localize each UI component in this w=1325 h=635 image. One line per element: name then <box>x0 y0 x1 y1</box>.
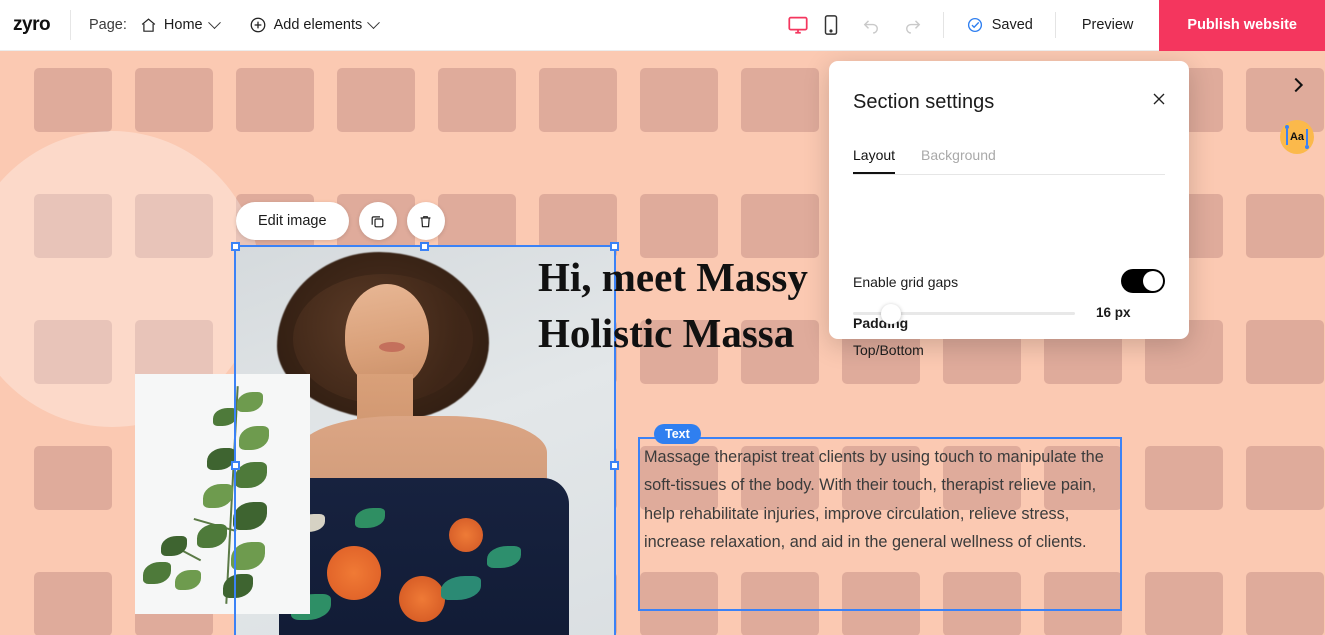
plant-leaf <box>213 408 237 426</box>
plant-leaf <box>237 392 263 412</box>
top-bottom-label: Top/Bottom <box>853 342 924 358</box>
tab-background[interactable]: Background <box>921 147 996 174</box>
preview-button[interactable]: Preview <box>1056 0 1160 51</box>
enable-grid-gaps-toggle[interactable] <box>1121 269 1165 293</box>
grid-placeholder-cell <box>34 68 112 132</box>
grid-placeholder-cell <box>640 68 718 132</box>
panel-tabs: Layout Background <box>853 147 1165 175</box>
redo-icon[interactable] <box>903 15 923 35</box>
trash-icon <box>417 213 434 230</box>
grid-placeholder-cell <box>1246 68 1324 132</box>
padding-slider-thumb[interactable] <box>881 304 901 324</box>
plant-leaf <box>231 542 265 570</box>
padding-value: 16 px <box>1096 305 1131 320</box>
panel-title: Section settings <box>853 91 995 113</box>
dress-flower <box>327 546 381 600</box>
device-preview-switcher <box>787 14 861 36</box>
grid-placeholder-cell <box>1246 572 1324 635</box>
grid-placeholder-cell <box>34 446 112 510</box>
toggle-knob <box>1143 271 1163 291</box>
page-selector[interactable]: Page: Home <box>89 0 221 51</box>
dress-flower <box>399 576 445 622</box>
undo-icon[interactable] <box>861 15 881 35</box>
grid-placeholder-cell <box>741 68 819 132</box>
delete-image-button[interactable] <box>406 202 445 240</box>
enable-grid-gaps-label: Enable grid gaps <box>853 274 959 290</box>
page-value: Home <box>163 17 203 33</box>
element-type-badge: Text <box>654 424 701 444</box>
grid-placeholder-cell <box>539 68 617 132</box>
grid-placeholder-cell <box>1246 320 1324 384</box>
chevron-down-icon <box>367 15 381 29</box>
grid-placeholder-cell <box>1246 446 1324 510</box>
grid-placeholder-cell <box>135 68 213 132</box>
photo-lips <box>379 342 405 352</box>
text-style-tool-button[interactable]: Aa <box>1280 120 1314 154</box>
save-status[interactable]: Saved <box>944 16 1055 34</box>
grid-placeholder-cell <box>1145 446 1223 510</box>
grid-placeholder-cell <box>1246 194 1324 258</box>
plant-leaf <box>161 536 187 556</box>
close-icon <box>1153 93 1165 105</box>
top-toolbar: zyro Page: Home Add elements Saved Previ… <box>0 0 1325 51</box>
chevron-right-icon <box>1294 77 1304 93</box>
tab-layout[interactable]: Layout <box>853 147 896 174</box>
handle-dot <box>1285 125 1289 129</box>
duplicate-icon <box>369 213 386 230</box>
plant-leaf <box>207 448 235 470</box>
add-elements-label: Add elements <box>273 17 363 33</box>
text-style-icon: Aa <box>1285 125 1309 149</box>
history-controls <box>861 15 943 35</box>
add-elements-button[interactable]: Add elements <box>249 0 381 51</box>
grid-placeholder-cell <box>438 68 516 132</box>
toolbar-divider <box>70 10 71 40</box>
edit-image-button[interactable]: Edit image <box>236 202 349 240</box>
plant-leaf <box>223 574 253 598</box>
toolbar-right-group: Saved Preview Publish website <box>787 0 1325 51</box>
hero-paragraph: Massage therapist treat clients by using… <box>644 448 1104 551</box>
plant-leaf <box>197 524 227 548</box>
plus-circle-icon <box>249 16 267 34</box>
desktop-icon[interactable] <box>787 14 809 36</box>
plant-leaf <box>235 462 267 488</box>
grid-placeholder-cell <box>34 572 112 635</box>
home-icon <box>140 17 157 34</box>
plant-leaf <box>203 484 233 508</box>
image-context-toolbar: Edit image <box>236 202 445 240</box>
saved-label: Saved <box>991 17 1033 33</box>
duplicate-image-button[interactable] <box>358 202 397 240</box>
close-panel-button[interactable] <box>1149 89 1169 109</box>
plant-leaf <box>233 502 267 530</box>
section-settings-panel: Section settings Layout Background Enabl… <box>829 61 1189 358</box>
text-style-label: Aa <box>1289 131 1305 143</box>
text-element-block[interactable]: Text Massage therapist treat clients by … <box>638 424 1122 611</box>
mobile-icon[interactable] <box>823 14 839 36</box>
leaf-image-panel[interactable] <box>135 374 310 614</box>
plant-leaf <box>175 570 201 590</box>
plant-leaf <box>143 562 171 584</box>
check-circle-icon <box>966 16 984 34</box>
grid-placeholder-cell <box>1145 572 1223 635</box>
handle-dot <box>1305 145 1309 149</box>
dress-flower <box>449 518 483 552</box>
zyro-website-builder: zyro Page: Home Add elements Saved Previ… <box>0 0 1325 635</box>
plant-leaf <box>239 426 269 450</box>
grid-placeholder-cell <box>236 68 314 132</box>
photo-face <box>345 284 429 388</box>
publish-website-button[interactable]: Publish website <box>1159 0 1325 51</box>
expand-panel-button[interactable] <box>1287 74 1309 96</box>
page-label: Page: <box>89 17 127 33</box>
zyro-logo[interactable]: zyro <box>0 14 62 36</box>
grid-placeholder-cell <box>337 68 415 132</box>
chevron-down-icon <box>207 15 221 29</box>
